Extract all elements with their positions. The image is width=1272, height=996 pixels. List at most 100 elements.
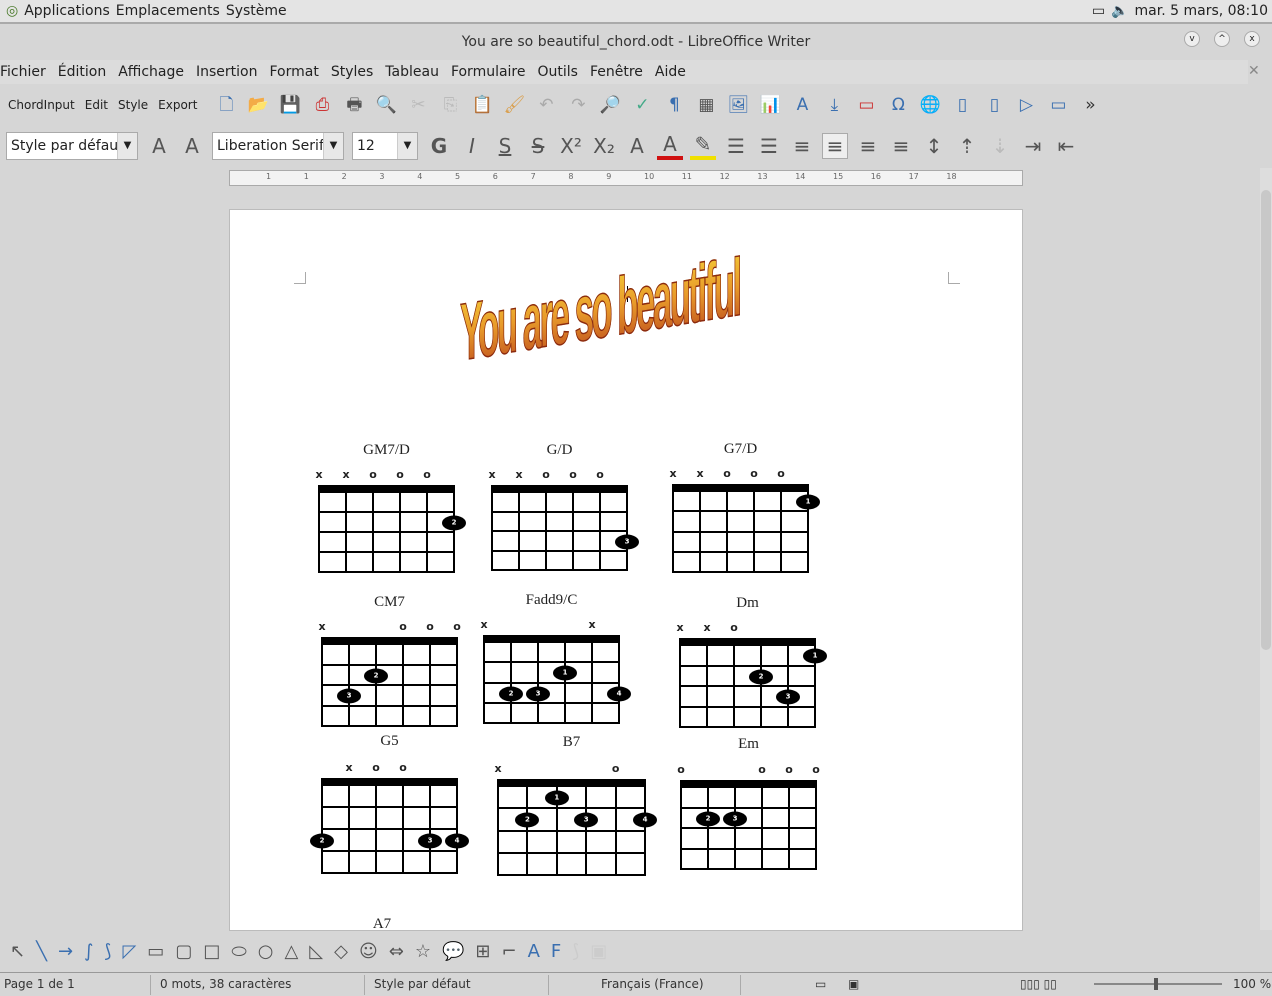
curve-icon[interactable]: ∫ — [84, 941, 93, 962]
circle-icon[interactable]: ○ — [258, 941, 274, 962]
menu-affichage[interactable]: Affichage — [118, 64, 184, 80]
ext-export[interactable]: Export — [158, 98, 197, 112]
document-page[interactable]: You are so beautiful GM7/D x x o o o 2 G/D x x o o o… — [229, 209, 1023, 931]
minimize-button[interactable]: v — [1184, 31, 1200, 47]
cut-icon[interactable]: ✂ — [407, 94, 429, 116]
menu-applications[interactable]: Applications — [24, 3, 110, 19]
maximize-button[interactable]: ^ — [1214, 31, 1230, 47]
italic-icon[interactable]: I — [459, 134, 485, 158]
title-wordart[interactable]: You are so beautiful — [460, 239, 741, 379]
horizontal-ruler[interactable]: 1 1 2 3 4 5 6 7 8 9 10 11 12 13 14 15 16 17 18 — [229, 170, 1023, 186]
select-icon[interactable]: ↖ — [10, 941, 25, 962]
insert-chart-icon[interactable]: 📊 — [759, 94, 781, 116]
align-left-icon[interactable]: ≡ — [789, 134, 815, 158]
fontwork-icon[interactable]: F — [551, 941, 561, 962]
flowchart-icon[interactable]: ⊞ — [475, 941, 490, 962]
decrease-indent-icon[interactable]: ⇤ — [1053, 134, 1079, 158]
menu-tableau[interactable]: Tableau — [385, 64, 439, 80]
view-layout-icons[interactable]: ▯▯▯ ▯▯ — [1020, 977, 1057, 991]
line-spacing-icon[interactable]: ↕ — [921, 134, 947, 158]
underline-icon[interactable]: S — [492, 134, 518, 158]
menu-fenetre[interactable]: Fenêtre — [590, 64, 643, 80]
callout-icon[interactable]: 💬 — [442, 941, 464, 962]
close-document-icon[interactable]: ✕ — [1248, 63, 1260, 79]
font-color-icon[interactable]: A — [657, 132, 683, 160]
export-pdf-icon[interactable]: ⎙ — [311, 94, 333, 116]
document-modified-icon[interactable]: ▣ — [848, 977, 859, 991]
subscript-icon[interactable]: X₂ — [591, 134, 617, 158]
insert-textbox-icon[interactable]: A — [791, 94, 813, 116]
hyperlink-icon[interactable]: 🌐 — [919, 94, 941, 116]
open-folder-icon[interactable]: 📂 — [247, 94, 269, 116]
language[interactable]: Français (France) — [601, 977, 704, 991]
highlight-icon[interactable]: ✎ — [690, 132, 716, 160]
close-button[interactable]: x — [1244, 31, 1260, 47]
decrease-spacing-icon[interactable]: ⇣ — [987, 134, 1013, 158]
redo-icon[interactable]: ↷ — [567, 94, 589, 116]
right-triangle-icon[interactable]: ◺ — [309, 941, 323, 962]
superscript-icon[interactable]: X² — [558, 134, 584, 158]
copy-icon[interactable]: ⎘ — [439, 94, 461, 116]
bold-icon[interactable]: G — [426, 134, 452, 158]
increase-spacing-icon[interactable]: ⇡ — [954, 134, 980, 158]
ext-chordinput[interactable]: ChordInput — [8, 98, 75, 112]
menu-fichier[interactable]: Fichier — [0, 64, 46, 80]
clear-formatting-icon[interactable]: A — [624, 134, 650, 158]
rounded-rectangle-icon[interactable]: ▢ — [175, 941, 192, 962]
more-icon[interactable]: » — [1079, 94, 1101, 116]
chevron-down-icon[interactable]: ▼ — [397, 133, 417, 159]
star-icon[interactable]: ☆ — [415, 941, 431, 962]
points-icon[interactable]: ⟆ — [572, 941, 579, 962]
insert-table-icon[interactable]: ▦ — [695, 94, 717, 116]
undo-icon[interactable]: ↶ — [535, 94, 557, 116]
chevron-down-icon[interactable]: ▼ — [323, 133, 343, 159]
endnote-icon[interactable]: ▯ — [983, 94, 1005, 116]
cross-reference-icon[interactable]: ▭ — [1047, 94, 1069, 116]
insert-image-icon[interactable]: 🖼 — [727, 94, 750, 116]
paragraph-style-select[interactable]: Style par défaut ▼ — [6, 132, 138, 160]
word-count[interactable]: 0 mots, 38 caractères — [160, 977, 291, 991]
clone-format-icon[interactable]: 🖌 — [503, 94, 526, 116]
zoom-level[interactable]: 100 % — [1233, 977, 1271, 991]
freeform-icon[interactable]: ◸ — [122, 941, 136, 962]
scrollbar-thumb[interactable] — [1261, 190, 1271, 650]
menu-aide[interactable]: Aide — [655, 64, 686, 80]
numbered-list-icon[interactable]: ☰ — [756, 134, 782, 158]
volume-icon[interactable]: 🔈 — [1111, 3, 1128, 19]
strikethrough-icon[interactable]: S — [525, 134, 551, 158]
diamond-icon[interactable]: ◇ — [334, 941, 348, 962]
text-box-icon[interactable]: A — [528, 941, 540, 962]
spellcheck-icon[interactable]: ✓ — [631, 94, 653, 116]
insert-field-icon[interactable]: ▭ — [855, 94, 877, 116]
polygon-icon[interactable]: ⟆ — [104, 941, 111, 962]
menu-outils[interactable]: Outils — [538, 64, 578, 80]
font-size-select[interactable]: 12 ▼ — [352, 132, 418, 160]
bullet-list-icon[interactable]: ☰ — [723, 134, 749, 158]
menu-places[interactable]: Emplacements — [116, 3, 220, 19]
align-center-icon[interactable]: ≡ — [822, 133, 848, 159]
special-character-icon[interactable]: Ω — [887, 94, 909, 116]
font-name-select[interactable]: Liberation Serif ▼ — [212, 132, 344, 160]
zoom-slider-handle[interactable] — [1154, 978, 1158, 990]
print-preview-icon[interactable]: 🔍 — [375, 94, 397, 116]
page-style[interactable]: Style par défaut — [374, 977, 471, 991]
triangle-icon[interactable]: △ — [284, 941, 298, 962]
rectangle-icon[interactable]: ▭ — [147, 941, 164, 962]
menu-formulaire[interactable]: Formulaire — [451, 64, 526, 80]
bookmark-icon[interactable]: ▷ — [1015, 94, 1037, 116]
zoom-slider[interactable] — [1094, 983, 1222, 985]
network-icon[interactable]: ▭ — [1092, 3, 1105, 19]
connector-icon[interactable]: ⌐ — [501, 941, 516, 962]
find-replace-icon[interactable]: 🔎 — [599, 94, 621, 116]
arrow-line-icon[interactable]: → — [58, 941, 73, 962]
ext-edit[interactable]: Edit — [85, 98, 108, 112]
justify-icon[interactable]: ≡ — [888, 134, 914, 158]
page-break-icon[interactable]: ⤓ — [823, 94, 845, 116]
page-count[interactable]: Page 1 de 1 — [4, 977, 75, 991]
align-right-icon[interactable]: ≡ — [855, 134, 881, 158]
print-icon[interactable]: 🖶 — [343, 94, 365, 116]
footnote-icon[interactable]: ▯ — [951, 94, 973, 116]
menu-format[interactable]: Format — [269, 64, 318, 80]
clock[interactable]: mar. 5 mars, 08:10 — [1135, 3, 1268, 19]
update-style-icon[interactable]: A — [146, 134, 172, 158]
